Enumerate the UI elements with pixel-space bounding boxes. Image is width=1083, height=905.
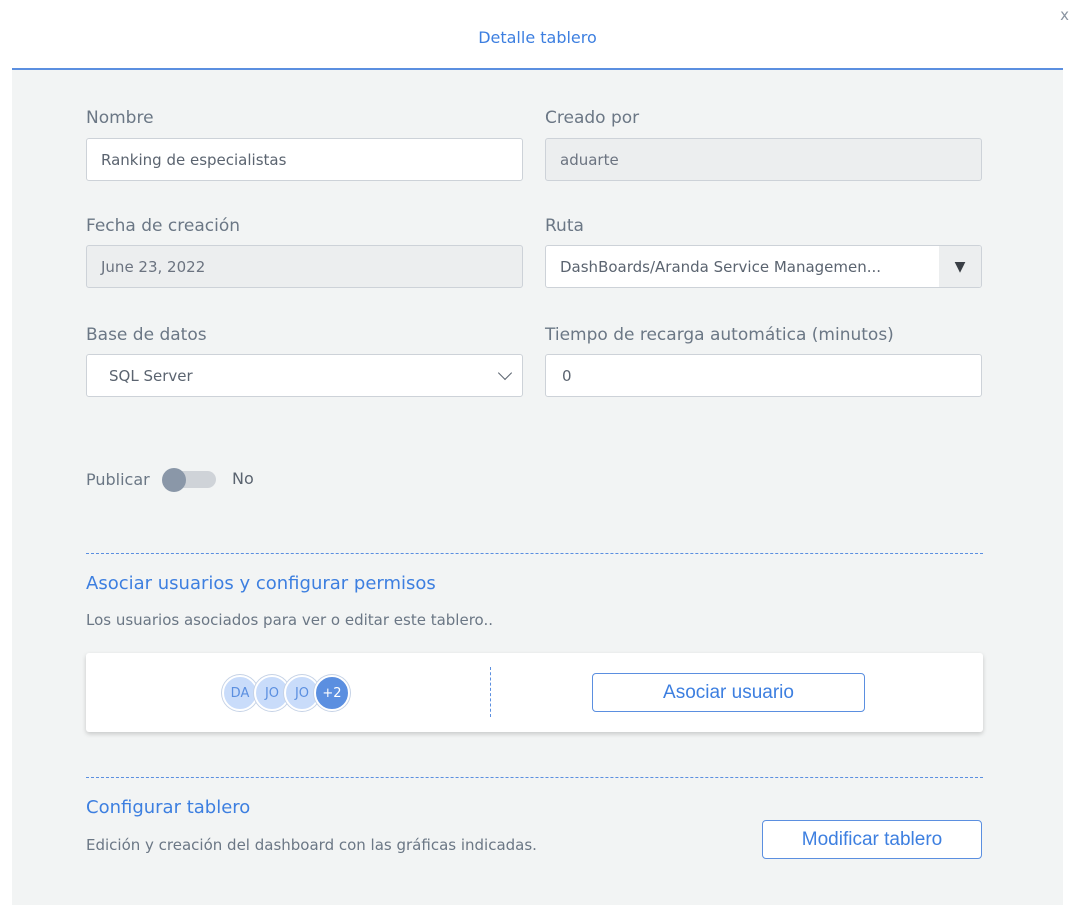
dialog-body: Nombre Ranking de especialistas Creado p…	[12, 70, 1063, 905]
dialog-title: Detalle tablero	[478, 28, 597, 47]
users-section-title: Asociar usuarios y configurar permisos	[86, 573, 436, 594]
users-card: DA JO JO +2 Asociar usuario	[86, 653, 983, 732]
configure-section-title: Configurar tablero	[86, 797, 251, 818]
name-input[interactable]: Ranking de especialistas	[86, 138, 523, 181]
avatar[interactable]: DA	[222, 675, 258, 711]
creation-date-label: Fecha de creación	[86, 216, 240, 236]
section-divider	[86, 553, 983, 554]
chevron-down-icon	[497, 365, 513, 381]
publish-toggle[interactable]	[162, 468, 216, 492]
modify-dashboard-button[interactable]: Modificar tablero	[762, 820, 982, 859]
associate-user-button[interactable]: Asociar usuario	[592, 673, 865, 712]
path-value: DashBoards/Aranda Service Managemen...	[560, 258, 882, 276]
database-value: SQL Server	[109, 367, 193, 385]
creation-date-field: June 23, 2022	[86, 245, 523, 288]
created-by-field: aduarte	[545, 138, 982, 181]
users-section-description: Los usuarios asociados para ver o editar…	[86, 611, 493, 629]
dropdown-arrow-icon[interactable]: ▼	[939, 246, 981, 287]
reload-time-label: Tiempo de recarga automática (minutos)	[545, 325, 894, 345]
reload-time-input[interactable]: 0	[545, 354, 982, 397]
database-label: Base de datos	[86, 325, 207, 345]
more-users-badge[interactable]: +2	[314, 675, 350, 711]
publish-state: No	[232, 469, 254, 488]
toggle-knob	[162, 468, 186, 492]
publish-label: Publicar	[86, 470, 150, 489]
section-divider	[86, 777, 983, 778]
path-select[interactable]: DashBoards/Aranda Service Managemen... ▼	[545, 245, 982, 288]
configure-section-description: Edición y creación del dashboard con las…	[86, 836, 537, 854]
database-select[interactable]: SQL Server	[86, 354, 523, 397]
created-by-label: Creado por	[545, 108, 640, 128]
name-label: Nombre	[86, 108, 154, 128]
card-divider	[490, 667, 491, 717]
path-label: Ruta	[545, 216, 584, 236]
dialog-header: Detalle tablero	[12, 0, 1063, 70]
